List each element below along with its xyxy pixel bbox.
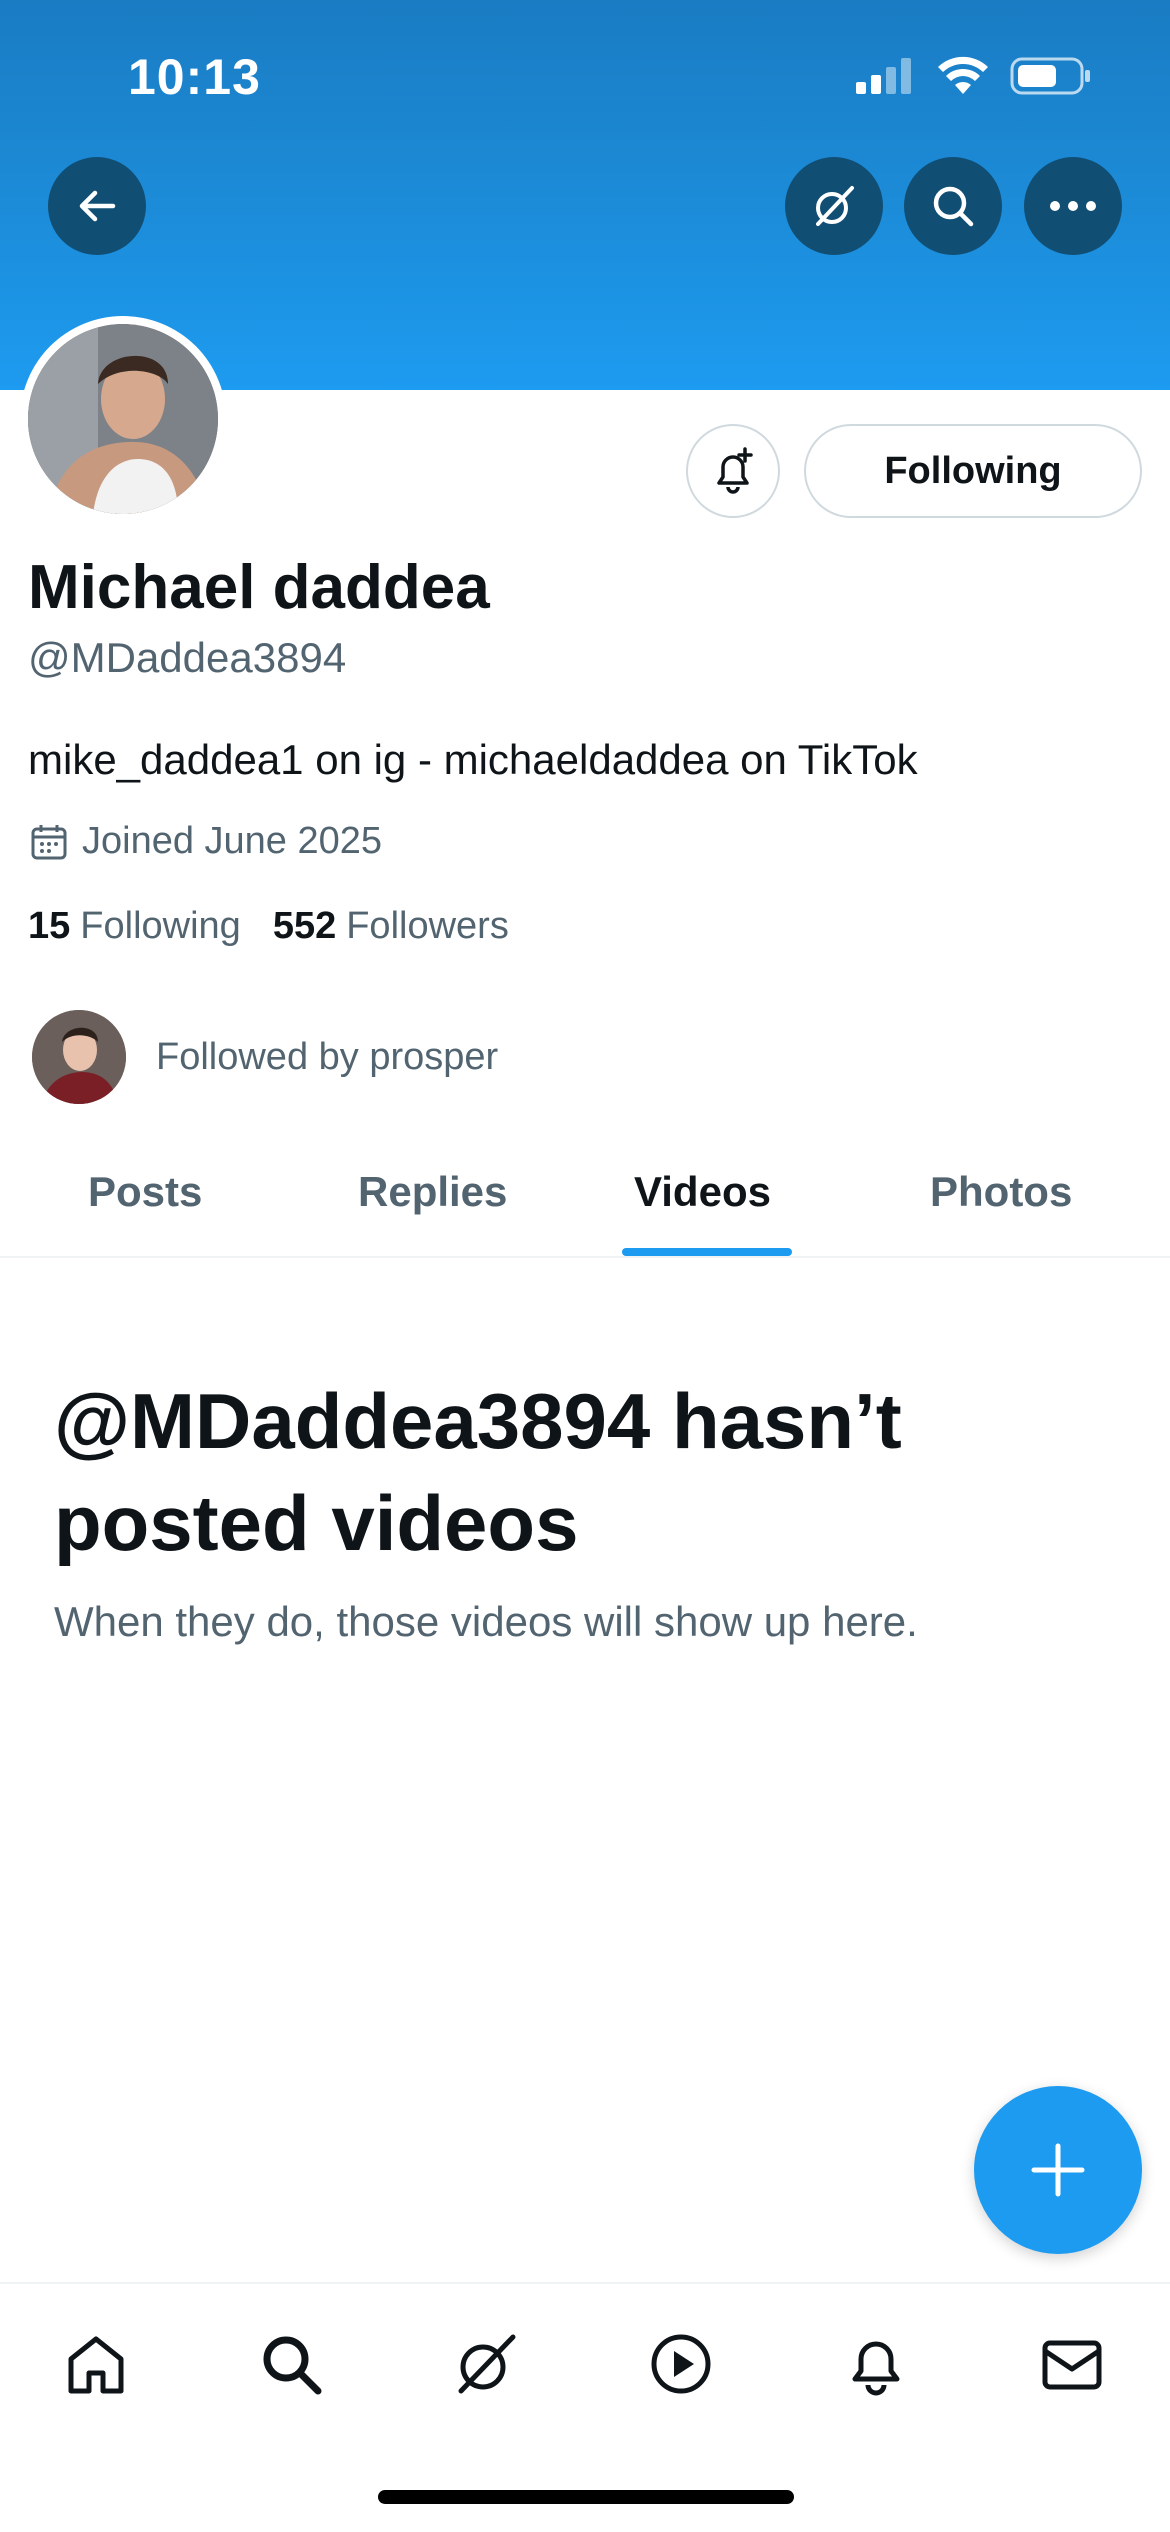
- nav-grok[interactable]: [446, 2324, 526, 2404]
- tab-replies[interactable]: Replies: [358, 1168, 507, 1216]
- avatar-illustration: [28, 324, 218, 514]
- follow-counts: 15 Following 552 Followers: [28, 905, 509, 948]
- following-count-link[interactable]: 15 Following: [28, 905, 241, 948]
- avatar-photo: [28, 324, 218, 514]
- followed-by-text: Followed by prosper: [156, 1035, 499, 1078]
- wifi-icon: [938, 56, 988, 94]
- calendar-icon: [31, 824, 67, 859]
- nav-video[interactable]: [641, 2324, 721, 2404]
- grok-icon: [458, 2334, 516, 2394]
- tab-photos[interactable]: Photos: [930, 1168, 1072, 1216]
- follower-avatar-illustration: [32, 1010, 126, 1104]
- back-arrow-icon: [79, 190, 116, 222]
- more-icon: [1050, 201, 1096, 211]
- home-icon: [68, 2336, 124, 2394]
- profile-handle: @MDaddea3894: [28, 634, 347, 681]
- profile-avatar[interactable]: [20, 316, 226, 522]
- back-button[interactable]: [48, 157, 146, 255]
- joined-date: Joined June 2025: [30, 820, 382, 863]
- cellular-signal-icon: [856, 58, 911, 94]
- search-button[interactable]: [904, 157, 1002, 255]
- status-icons: [856, 56, 1092, 96]
- followers-count: 552: [272, 905, 337, 947]
- profile-tabs: Posts Replies Videos Photos: [0, 1140, 1170, 1258]
- follower-avatar: [32, 1010, 126, 1104]
- tab-videos[interactable]: Videos: [634, 1168, 771, 1216]
- active-tab-indicator: [622, 1248, 792, 1256]
- compose-button[interactable]: [974, 2086, 1142, 2254]
- nav-search[interactable]: [251, 2324, 331, 2404]
- home-indicator: [378, 2490, 794, 2504]
- messages-icon: [1042, 2340, 1102, 2390]
- following-button[interactable]: Following: [804, 424, 1142, 518]
- following-label: Following: [80, 905, 241, 947]
- following-count: 15: [28, 905, 71, 947]
- status-time: 10:13: [128, 49, 261, 105]
- nav-home[interactable]: [56, 2324, 136, 2404]
- profile-bio: mike_daddea1 on ig - michaeldaddea on Ti…: [28, 736, 918, 783]
- bell-plus-icon: [717, 447, 753, 494]
- nav-messages[interactable]: [1032, 2324, 1112, 2404]
- grok-button[interactable]: [785, 157, 883, 255]
- battery-icon: [1010, 57, 1090, 95]
- search-icon: [933, 186, 974, 227]
- grok-icon: [816, 186, 854, 226]
- video-icon: [651, 2334, 711, 2394]
- followed-by-row[interactable]: Followed by prosper: [32, 1010, 498, 1104]
- notifications-subscribe-button[interactable]: [686, 424, 780, 518]
- followers-label: Followers: [346, 905, 509, 947]
- followers-count-link[interactable]: 552 Followers: [273, 905, 509, 948]
- empty-state-subtitle: When they do, those videos will show up …: [54, 1598, 918, 1645]
- empty-state-title: @MDaddea3894 hasn’t posted videos: [54, 1377, 902, 1567]
- search-icon: [263, 2336, 322, 2395]
- more-button[interactable]: [1024, 157, 1122, 255]
- tab-posts[interactable]: Posts: [88, 1168, 202, 1216]
- display-name: Michael daddea: [28, 553, 490, 622]
- notifications-icon: [852, 2341, 900, 2396]
- joined-text: Joined June 2025: [82, 820, 383, 862]
- nav-notifications[interactable]: [836, 2324, 916, 2404]
- plus-icon: [1031, 2143, 1085, 2197]
